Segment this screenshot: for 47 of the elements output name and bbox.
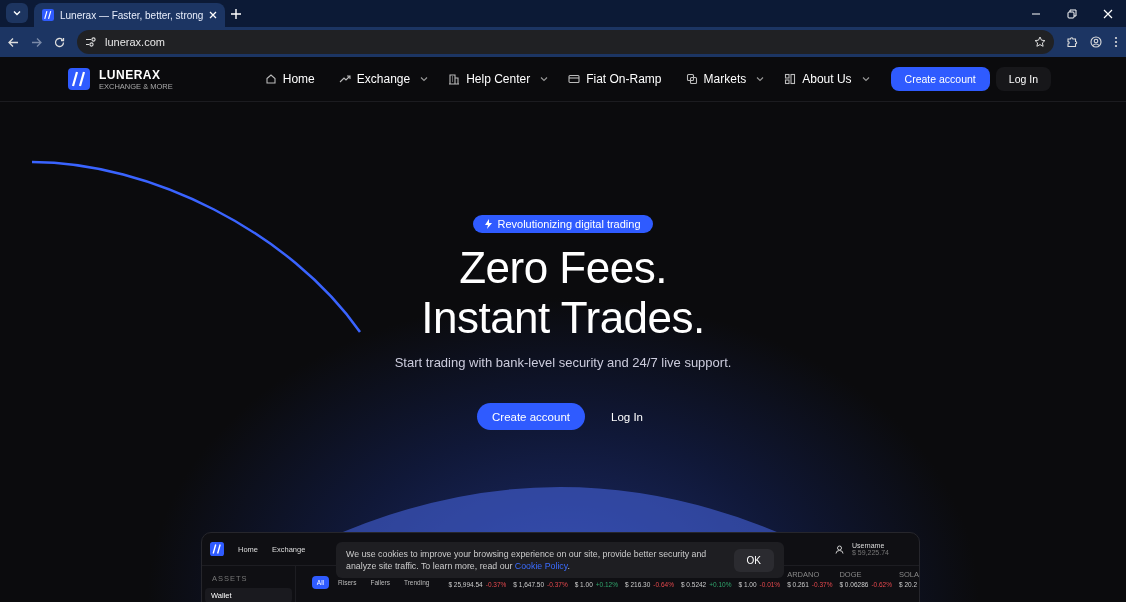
caret-icon bbox=[420, 76, 429, 82]
nav-item[interactable]: Help Center bbox=[448, 72, 549, 86]
new-tab-icon[interactable] bbox=[231, 9, 242, 19]
log-in-button[interactable]: Log In bbox=[995, 67, 1051, 91]
cookie-text: We use cookies to improve your browsing experience on our site, provide better security and analyze site traffic. To learn more, read our Cookie Policy. bbox=[346, 548, 708, 572]
star-icon[interactable] bbox=[1034, 36, 1046, 48]
caret-icon bbox=[13, 10, 21, 16]
forward-icon[interactable] bbox=[31, 36, 42, 48]
close-icon[interactable] bbox=[209, 11, 218, 19]
browser-tab[interactable]: Lunerax — Faster, better, strong bbox=[34, 3, 226, 27]
puzzle-icon[interactable] bbox=[1066, 36, 1078, 48]
site-settings-icon[interactable] bbox=[85, 36, 97, 48]
grid-icon bbox=[784, 73, 797, 85]
tab-title: Lunerax — Faster, better, strong bbox=[60, 9, 204, 21]
create-account-button[interactable]: Create account bbox=[890, 67, 990, 91]
nav-item[interactable]: Home bbox=[264, 72, 319, 86]
reload-icon[interactable] bbox=[54, 36, 65, 48]
ok-button[interactable]: OK bbox=[733, 548, 774, 572]
caret-icon bbox=[540, 76, 549, 82]
caret-icon bbox=[756, 76, 765, 82]
tab-list-button[interactable] bbox=[6, 3, 28, 23]
headline: Instant Trades. bbox=[421, 293, 705, 342]
create-account-button[interactable]: Create account bbox=[477, 403, 585, 430]
headline: Zero Fees. bbox=[459, 243, 667, 292]
menu-icon[interactable] bbox=[1114, 36, 1118, 48]
nav-item[interactable]: Exchange bbox=[338, 72, 429, 86]
card-icon bbox=[568, 73, 581, 85]
log-in-link[interactable]: Log In bbox=[605, 409, 649, 424]
back-icon[interactable] bbox=[8, 36, 19, 48]
hero-subtitle: Start trading with bank-level security and 24/7 live support. bbox=[394, 355, 732, 370]
brand-name: LUNERAX bbox=[99, 67, 162, 82]
home-icon bbox=[264, 73, 277, 85]
building-icon bbox=[448, 73, 461, 85]
nav-item[interactable]: Markets bbox=[685, 72, 765, 86]
stack-icon bbox=[685, 73, 698, 85]
address-bar[interactable]: lunerax.com bbox=[77, 30, 1054, 54]
user-icon bbox=[835, 544, 844, 554]
nav-item[interactable]: About Us bbox=[784, 72, 870, 86]
cookie-policy-link[interactable]: Cookie Policy bbox=[514, 561, 568, 571]
nav-item[interactable]: Fiat On-Ramp bbox=[568, 72, 666, 86]
logo-icon bbox=[210, 542, 224, 556]
announcement-badge: Revolutionizing digital trading bbox=[473, 215, 653, 233]
logo-icon bbox=[42, 9, 54, 21]
profile-icon[interactable] bbox=[1090, 36, 1102, 48]
trend-icon bbox=[338, 73, 351, 85]
logo-icon bbox=[68, 68, 90, 90]
caret-icon bbox=[861, 76, 870, 82]
